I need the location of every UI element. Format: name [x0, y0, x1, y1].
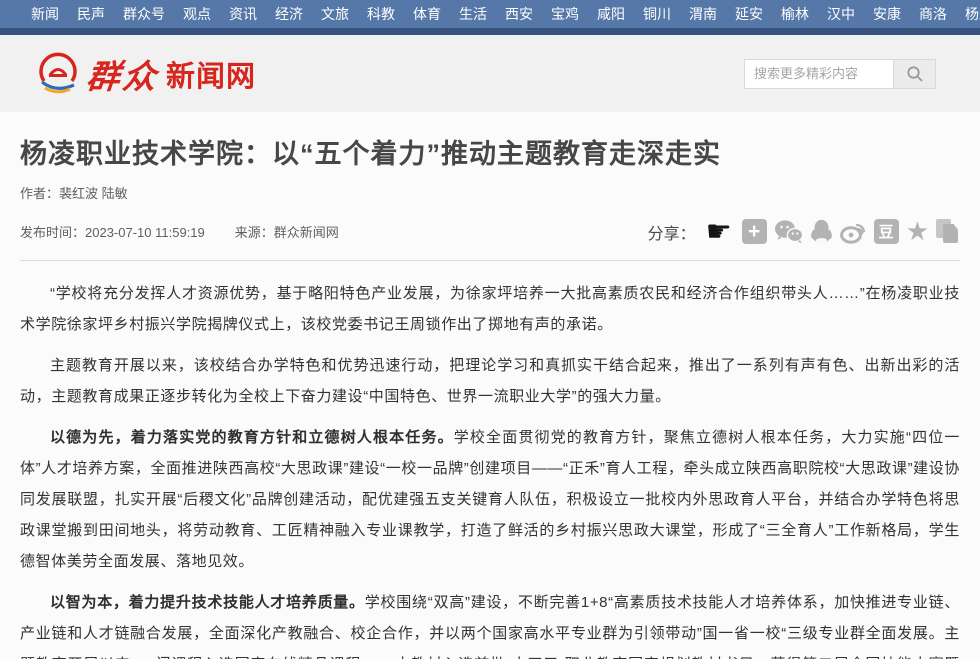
nav-item[interactable]: 安康: [864, 4, 910, 24]
nav-item[interactable]: 汉中: [818, 4, 864, 24]
meta-row: 发布时间：2023-07-10 11:59:19 来源：群众新闻网 分享： ☛ …: [20, 217, 960, 246]
nav-item[interactable]: 观点: [174, 4, 220, 24]
search-button[interactable]: [893, 59, 936, 89]
search-input[interactable]: [744, 59, 893, 89]
qzone-star-icon[interactable]: ★: [906, 219, 929, 245]
wechat-icon[interactable]: [774, 219, 803, 244]
site-header: 群众 新闻网: [0, 35, 980, 112]
article-paragraph: “学校将充分发挥人才资源优势，基于略阳特色产业发展，为徐家坪培养一大批高素质农民…: [20, 278, 960, 340]
nav-item[interactable]: 宝鸡: [542, 4, 588, 24]
nav-accent-strip: [0, 28, 980, 35]
site-name: 新闻网: [166, 53, 256, 95]
nav-item[interactable]: 新闻: [22, 4, 68, 24]
site-name-script: 群众: [84, 50, 161, 98]
article-paragraph: 主题教育开展以来，该校结合办学特色和优势迅速行动，把理论学习和真抓实干结合起来，…: [20, 350, 960, 412]
share-label: 分享：: [648, 220, 696, 244]
nav-item[interactable]: 渭南: [680, 4, 726, 24]
source: 来源：群众新闻网: [235, 222, 339, 241]
nav-item[interactable]: 杨凌: [956, 4, 980, 24]
nav-item[interactable]: 资讯: [220, 4, 266, 24]
article: 杨凌职业技术学院：以“五个着力”推动主题教育走深走实 作者：裴红波 陆敏 发布时…: [0, 112, 980, 659]
nav-item[interactable]: 咸阳: [588, 4, 634, 24]
paragraph-text: 学校全面贯彻党的教育方针，聚焦立德树人根本任务，大力实施“四位一体”人才培养方案…: [20, 429, 960, 570]
paragraph-text: “学校将充分发挥人才资源优势，基于略阳特色产业发展，为徐家坪培养一大批高素质农民…: [20, 285, 960, 333]
nav-item[interactable]: 商洛: [910, 4, 956, 24]
site-logo-emblem-icon: [36, 52, 80, 96]
nav-item[interactable]: 民声: [68, 4, 114, 24]
article-paragraph: 以德为先，着力落实党的教育方针和立德树人根本任务。学校全面贯彻党的教育方针，聚焦…: [20, 422, 960, 577]
nav-item[interactable]: 科教: [358, 4, 404, 24]
nav-item[interactable]: 体育: [404, 4, 450, 24]
douban-icon[interactable]: 豆: [874, 219, 899, 244]
weibo-icon[interactable]: [840, 219, 867, 244]
search-icon: [906, 65, 924, 83]
nav-item[interactable]: 铜川: [634, 4, 680, 24]
meta-left: 发布时间：2023-07-10 11:59:19 来源：群众新闻网: [20, 222, 339, 241]
nav-item[interactable]: 榆林: [772, 4, 818, 24]
paragraph-text: 主题教育开展以来，该校结合办学特色和优势迅速行动，把理论学习和真抓实干结合起来，…: [20, 357, 960, 405]
nav-item[interactable]: 延安: [726, 4, 772, 24]
article-body: “学校将充分发挥人才资源优势，基于略阳特色产业发展，为徐家坪培养一大批高素质农民…: [20, 261, 960, 659]
nav-item[interactable]: 群众号: [114, 4, 174, 24]
nav-item[interactable]: 文旅: [312, 4, 358, 24]
search-box: [744, 59, 936, 89]
publish-time: 发布时间：2023-07-10 11:59:19: [20, 222, 205, 241]
nav-item[interactable]: 生活: [450, 4, 496, 24]
page: 新闻 民声 群众号 观点 资讯 经济 文旅 科教 体育 生活 西安 宝鸡 咸阳 …: [0, 0, 980, 659]
share-more-icon[interactable]: +: [742, 219, 767, 244]
paragraph-lead: 以德为先，着力落实党的教育方针和立德树人根本任务。: [50, 429, 454, 446]
nav-item[interactable]: 西安: [496, 4, 542, 24]
top-navigation: 新闻 民声 群众号 观点 资讯 经济 文旅 科教 体育 生活 西安 宝鸡 咸阳 …: [0, 0, 980, 28]
paragraph-lead: 以智为本，着力提升技术技能人才培养质量。: [50, 594, 365, 611]
share-bar: 分享： ☛ +: [648, 217, 960, 246]
pointer-hand-icon[interactable]: ☛: [706, 217, 732, 246]
qq-icon[interactable]: [810, 219, 833, 244]
site-logo[interactable]: 群众 新闻网: [36, 50, 256, 98]
author-line: 作者：裴红波 陆敏: [20, 183, 960, 202]
nav-item[interactable]: 经济: [266, 4, 312, 24]
copy-icon[interactable]: [936, 219, 960, 244]
article-title: 杨凌职业技术学院：以“五个着力”推动主题教育走深走实: [20, 132, 960, 171]
article-paragraph: 以智为本，着力提升技术技能人才培养质量。学校围绕“双高”建设，不断完善1+8“高…: [20, 587, 960, 659]
